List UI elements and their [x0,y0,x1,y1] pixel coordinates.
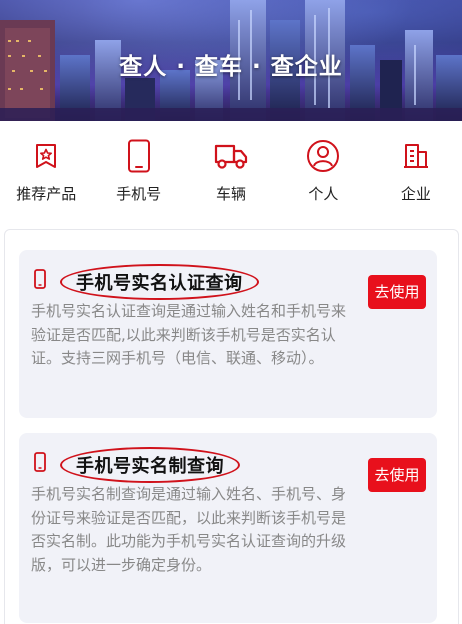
nav-label-mobile: 手机号 [116,185,162,203]
mobile-phone-icon [34,269,46,293]
nav-label-vehicle: 车辆 [216,185,247,203]
enterprise-building-icon [398,138,434,174]
category-nav: 推荐产品 手机号 车辆 个人 企业 [0,121,462,221]
card-title: 手机号实名认证查询 [76,273,243,294]
nav-item-mobile[interactable]: 手机号 [92,121,184,221]
nav-item-personal[interactable]: 个人 [277,121,369,221]
card-title: 手机号实名制查询 [76,456,224,477]
recommend-star-icon [28,138,64,174]
use-button[interactable]: 去使用 [368,458,426,492]
app-page: 查人 · 查车 · 查企业 推荐产品 手机号 车辆 个人 企业 手机号实名认证查… [0,0,462,624]
use-button[interactable]: 去使用 [368,275,426,309]
nav-label-enterprise: 企业 [400,185,431,203]
city-banner: 查人 · 查车 · 查企业 [0,0,462,121]
card-description: 手机号实名认证查询是通过输入姓名和手机号来验证是否匹配,以此来判断该手机号是否实… [31,302,347,367]
card-title-highlight: 手机号实名制查询 [60,447,240,483]
person-icon [305,138,341,174]
card-title-highlight: 手机号实名认证查询 [60,264,259,300]
nav-label-recommended: 推荐产品 [16,185,77,203]
nav-item-recommended[interactable]: 推荐产品 [0,121,92,221]
product-card-real-name-system[interactable]: 手机号实名制查询 去使用 手机号实名制查询是通过输入姓名、手机号、身份证号来验证… [19,433,437,623]
nav-item-enterprise[interactable]: 企业 [370,121,462,221]
nav-label-personal: 个人 [308,185,339,203]
product-card-real-name-verify[interactable]: 手机号实名认证查询 去使用 手机号实名认证查询是通过输入姓名和手机号来验证是否匹… [19,250,437,418]
card-description: 手机号实名制查询是通过输入姓名、手机号、身份证号来验证是否匹配，以此来判断该手机… [31,485,347,574]
banner-title: 查人 · 查车 · 查企业 [119,54,343,80]
nav-item-vehicle[interactable]: 车辆 [185,121,277,221]
product-list: 手机号实名认证查询 去使用 手机号实名认证查询是通过输入姓名和手机号来验证是否匹… [4,229,459,624]
mobile-phone-icon [121,138,157,174]
truck-icon [213,138,249,174]
mobile-phone-icon [34,452,46,476]
